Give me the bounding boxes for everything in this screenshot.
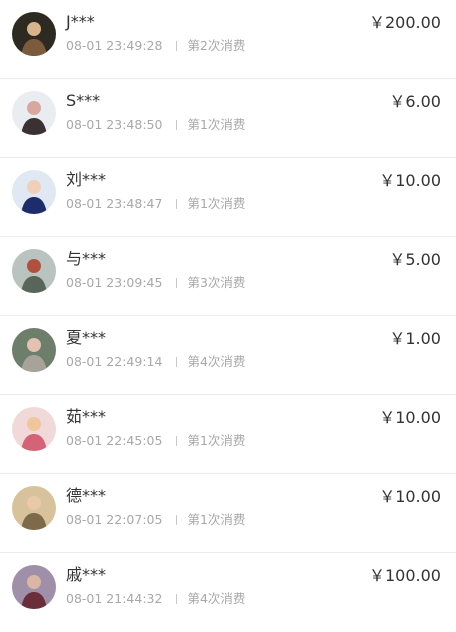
customer-name: 德*** <box>66 486 107 505</box>
customer-name: 茹*** <box>66 407 107 426</box>
separator <box>176 278 178 288</box>
customer-name: S*** <box>66 91 101 110</box>
separator <box>176 357 178 367</box>
avatar-photo <box>12 249 56 293</box>
purchase-count: 第2次消费 <box>187 38 246 53</box>
record-time: 08-01 22:07:05 <box>66 512 163 527</box>
list-item[interactable]: 刘*** 08-01 23:48:47 第1次消费 ￥10.00 <box>0 158 456 237</box>
separator <box>176 594 178 604</box>
avatar-photo <box>12 565 56 609</box>
avatar[interactable] <box>12 12 56 56</box>
customer-name: J*** <box>66 12 95 31</box>
amount: ￥5.00 <box>389 250 441 269</box>
purchase-count: 第1次消费 <box>187 512 246 527</box>
avatar-photo <box>12 12 56 56</box>
record-meta: 08-01 23:48:50 第1次消费 <box>66 117 245 133</box>
amount: ￥10.00 <box>379 487 441 506</box>
record-meta: 08-01 21:44:32 第4次消费 <box>66 591 245 607</box>
amount: ￥10.00 <box>379 171 441 190</box>
customer-name: 戚*** <box>66 565 107 584</box>
separator <box>176 515 178 525</box>
record-time: 08-01 23:09:45 <box>66 275 163 290</box>
record-time: 08-01 22:45:05 <box>66 433 163 448</box>
list-item[interactable]: J*** 08-01 23:49:28 第2次消费 ￥200.00 <box>0 0 456 79</box>
separator <box>176 199 178 209</box>
record-meta: 08-01 22:49:14 第4次消费 <box>66 354 245 370</box>
amount: ￥1.00 <box>389 329 441 348</box>
avatar-photo <box>12 407 56 451</box>
list-item[interactable]: 与*** 08-01 23:09:45 第3次消费 ￥5.00 <box>0 237 456 316</box>
separator <box>176 120 178 130</box>
record-time: 08-01 23:49:28 <box>66 38 163 53</box>
customer-name: 与*** <box>66 249 107 268</box>
avatar[interactable] <box>12 407 56 451</box>
purchase-count: 第4次消费 <box>187 354 246 369</box>
list-item[interactable]: 茹*** 08-01 22:45:05 第1次消费 ￥10.00 <box>0 395 456 474</box>
purchase-count: 第4次消费 <box>187 591 246 606</box>
record-time: 08-01 23:48:50 <box>66 117 163 132</box>
amount: ￥6.00 <box>389 92 441 111</box>
purchase-count: 第1次消费 <box>187 117 246 132</box>
avatar[interactable] <box>12 249 56 293</box>
purchase-count: 第1次消费 <box>187 196 246 211</box>
avatar[interactable] <box>12 486 56 530</box>
list-item[interactable]: 夏*** 08-01 22:49:14 第4次消费 ￥1.00 <box>0 316 456 395</box>
record-meta: 08-01 22:45:05 第1次消费 <box>66 433 245 449</box>
avatar[interactable] <box>12 91 56 135</box>
amount: ￥100.00 <box>369 566 441 585</box>
avatar[interactable] <box>12 170 56 214</box>
amount: ￥10.00 <box>379 408 441 427</box>
record-meta: 08-01 23:09:45 第3次消费 <box>66 275 245 291</box>
customer-name: 刘*** <box>66 170 107 189</box>
avatar-photo <box>12 486 56 530</box>
avatar-photo <box>12 91 56 135</box>
avatar-photo <box>12 170 56 214</box>
purchase-count: 第3次消费 <box>187 275 246 290</box>
consumption-record-list: J*** 08-01 23:49:28 第2次消费 ￥200.00 S*** 08… <box>0 0 456 632</box>
record-meta: 08-01 22:07:05 第1次消费 <box>66 512 245 528</box>
record-time: 08-01 23:48:47 <box>66 196 163 211</box>
list-item[interactable]: 戚*** 08-01 21:44:32 第4次消费 ￥100.00 <box>0 553 456 632</box>
avatar[interactable] <box>12 328 56 372</box>
avatar-photo <box>12 328 56 372</box>
record-time: 08-01 21:44:32 <box>66 591 163 606</box>
list-item[interactable]: 德*** 08-01 22:07:05 第1次消费 ￥10.00 <box>0 474 456 553</box>
amount: ￥200.00 <box>369 13 441 32</box>
separator <box>176 41 178 51</box>
record-meta: 08-01 23:48:47 第1次消费 <box>66 196 245 212</box>
separator <box>176 436 178 446</box>
record-time: 08-01 22:49:14 <box>66 354 163 369</box>
purchase-count: 第1次消费 <box>187 433 246 448</box>
list-item[interactable]: S*** 08-01 23:48:50 第1次消费 ￥6.00 <box>0 79 456 158</box>
customer-name: 夏*** <box>66 328 107 347</box>
avatar[interactable] <box>12 565 56 609</box>
record-meta: 08-01 23:49:28 第2次消费 <box>66 38 245 54</box>
